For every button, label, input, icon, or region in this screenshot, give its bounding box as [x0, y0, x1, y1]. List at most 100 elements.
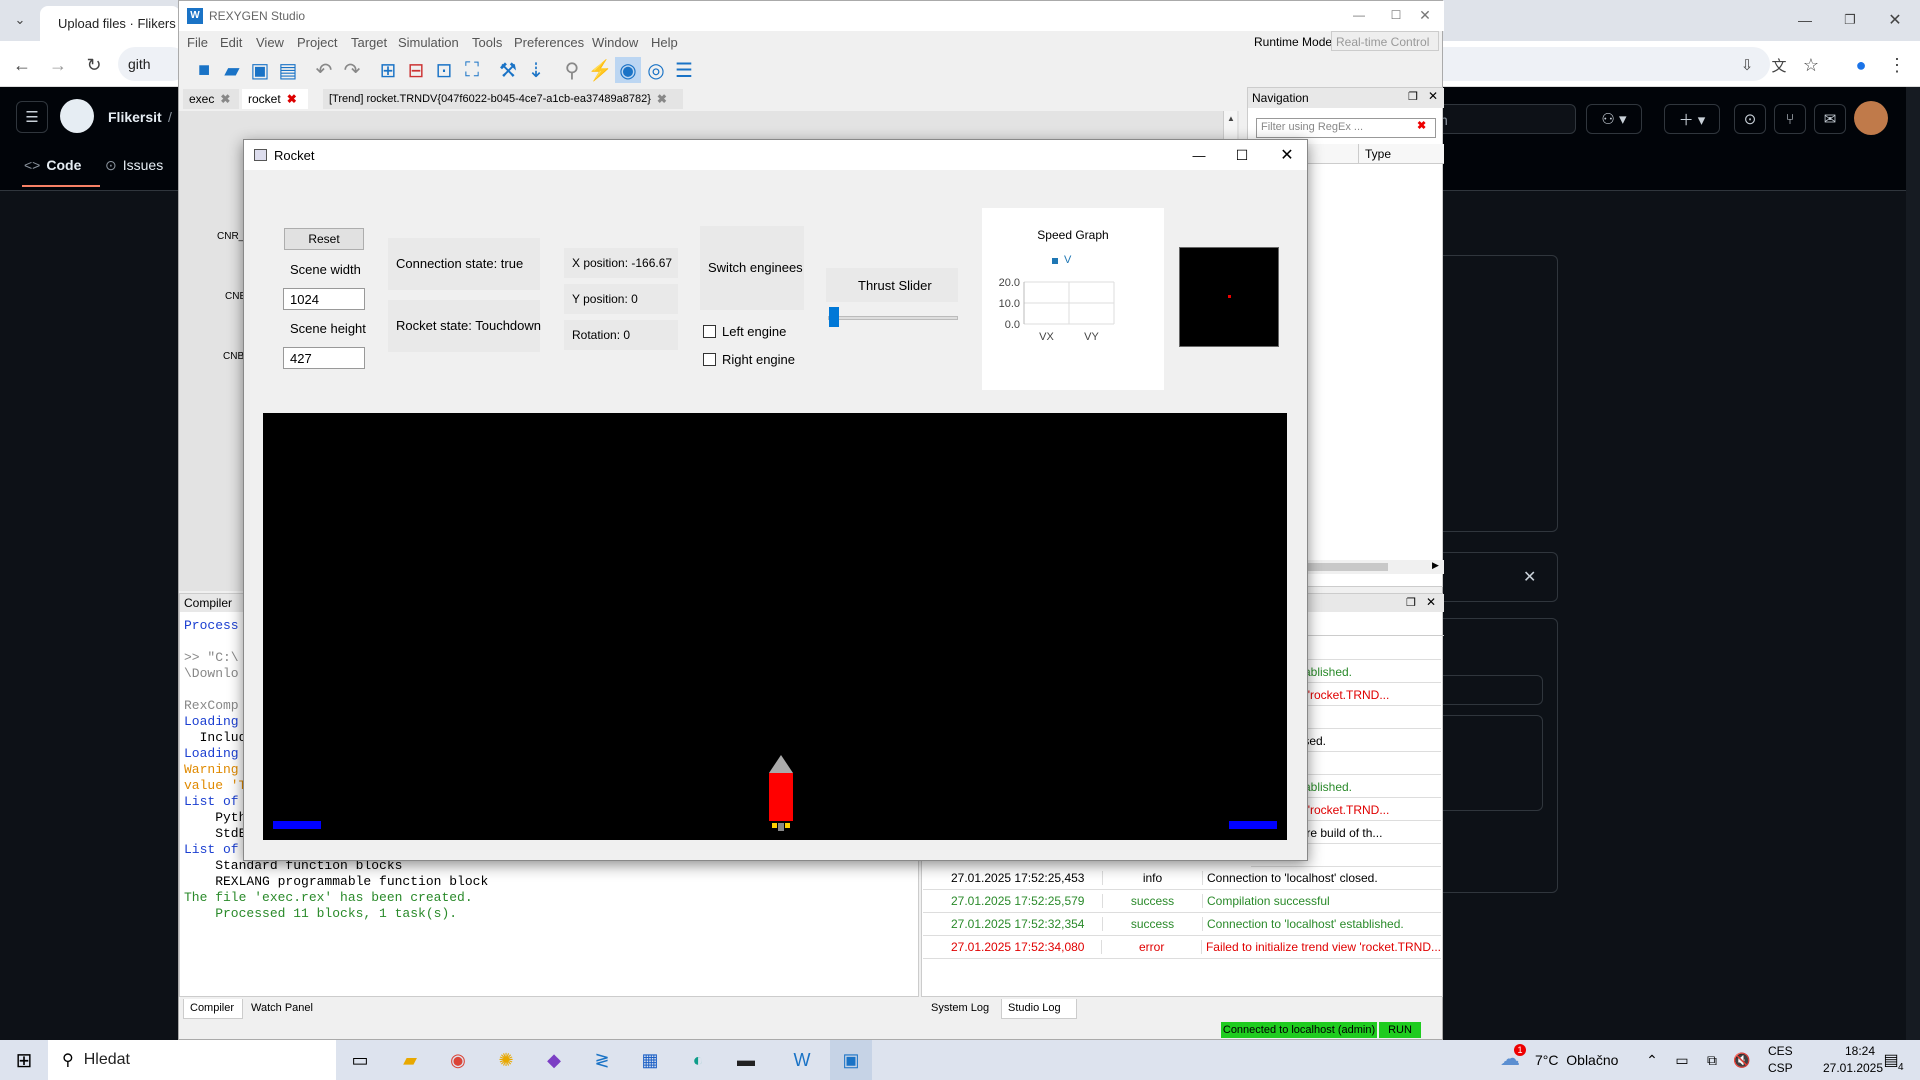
task-view-icon[interactable]: ▭	[342, 1044, 378, 1076]
doc-tab-trend[interactable]: [Trend] rocket.TRNDV{047f6022-b045-4ce7-…	[323, 89, 683, 109]
menu-target[interactable]: Target	[351, 35, 387, 50]
scroll-right-icon[interactable]: ▶	[1432, 560, 1439, 571]
create-new-icon[interactable]: ＋ ▾	[1664, 104, 1720, 134]
active-app-highlight[interactable]: ▣	[830, 1040, 872, 1080]
scroll-up-icon[interactable]: ▲	[1224, 111, 1238, 125]
close-panel-icon[interactable]: ✕	[1426, 595, 1436, 609]
scene-width-input[interactable]: 1024	[283, 288, 365, 310]
show-hidden-icons-icon[interactable]: ⌃	[1640, 1048, 1664, 1072]
file-explorer-icon[interactable]: ▰	[392, 1044, 428, 1076]
float-panel-icon[interactable]: ❐	[1406, 596, 1416, 609]
browser-minimize-icon[interactable]: —	[1790, 8, 1820, 32]
weather-text[interactable]: 7°C Oblačno	[1535, 1052, 1618, 1068]
open-folder-icon[interactable]: ▰	[219, 57, 245, 83]
tab-search-icon[interactable]: ⌄	[8, 8, 32, 32]
address-bar-tail[interactable]	[1440, 47, 1770, 81]
watch-icon[interactable]: ◉	[615, 57, 641, 83]
edge-icon[interactable]: ◐	[680, 1044, 716, 1076]
zoom-out-icon[interactable]: ⊟	[403, 57, 429, 83]
log-row[interactable]: 27.01.2025 17:52:32,354 success Connecti…	[923, 913, 1441, 936]
close-tab-icon[interactable]: ✖	[287, 92, 297, 106]
zoom-in-icon[interactable]: ⊞	[375, 57, 401, 83]
vscode-icon[interactable]: ≷	[584, 1044, 620, 1076]
chrome-icon[interactable]: ◉	[440, 1044, 476, 1076]
close-panel-icon[interactable]: ✕	[1428, 89, 1438, 103]
rexygen-taskbar-icon[interactable]: W	[784, 1044, 820, 1076]
taskbar-search[interactable]: ⚲ Hledat	[48, 1040, 336, 1080]
doc-tab-rocket[interactable]: rocket ✖	[242, 89, 308, 109]
gh-dialog-close-icon[interactable]: ✕	[1523, 567, 1536, 587]
rocket-minimize-icon[interactable]: —	[1184, 144, 1214, 166]
target-diagnostics-icon[interactable]: ◎	[643, 57, 669, 83]
page-scrollbar[interactable]	[1906, 87, 1920, 1040]
studio-close-icon[interactable]: ✕	[1405, 5, 1445, 25]
menu-simulation[interactable]: Simulation	[398, 35, 459, 50]
back-icon[interactable]: ←	[8, 51, 36, 79]
menu-view[interactable]: View	[256, 35, 284, 50]
gh-search-input[interactable]: ch	[1430, 104, 1576, 134]
undo-icon[interactable]: ↶	[311, 57, 337, 83]
reload-icon[interactable]: ↻	[80, 51, 108, 79]
app-icon[interactable]: ✺	[488, 1044, 524, 1076]
hamburger-menu-icon[interactable]: ☰	[16, 101, 48, 133]
profile-icon[interactable]: ●	[1847, 51, 1875, 79]
install-app-icon[interactable]: ⇩	[1733, 51, 1761, 79]
volume-muted-icon[interactable]: 🔇	[1730, 1048, 1754, 1072]
terminal-icon[interactable]: ▬	[728, 1044, 764, 1076]
github-username[interactable]: Flikersit	[108, 109, 162, 125]
menu-file[interactable]: File	[187, 35, 208, 50]
save-all-icon[interactable]: ▤	[275, 57, 301, 83]
gh-form-input[interactable]	[1443, 675, 1543, 705]
doc-tab-exec[interactable]: exec ✖	[183, 89, 239, 109]
disconnect-icon[interactable]: ⚡	[587, 57, 613, 83]
copilot-icon[interactable]: ⚇ ▾	[1586, 104, 1642, 134]
windows-start-icon[interactable]: ⊞	[8, 1046, 40, 1074]
studio-minimize-icon[interactable]: —	[1349, 5, 1369, 25]
bottom-tab-system-log[interactable]: System Log	[925, 999, 999, 1019]
avatar[interactable]	[1854, 101, 1888, 135]
right-engine-checkbox[interactable]	[703, 353, 716, 366]
close-tab-icon[interactable]: ✖	[220, 92, 230, 106]
log-row[interactable]: 27.01.2025 17:52:34,080 error Failed to …	[923, 936, 1441, 959]
github-logo-icon[interactable]	[60, 99, 94, 133]
lang-bottom[interactable]: CSP	[1768, 1061, 1793, 1075]
gh-form-textarea[interactable]	[1443, 715, 1543, 811]
zoom-full-icon[interactable]: ⛶	[459, 57, 485, 83]
menu-window[interactable]: Window	[592, 35, 638, 50]
browser-tab[interactable]: Upload files · Flikers	[40, 6, 180, 41]
thrust-slider-thumb[interactable]	[829, 307, 839, 327]
log-row[interactable]: 27.01.2025 17:52:25,453 info Connection …	[923, 867, 1441, 890]
tab-code[interactable]: <> Code	[24, 157, 81, 173]
network-icon[interactable]: ▭	[1670, 1048, 1694, 1072]
rocket-close-icon[interactable]: ✕	[1272, 144, 1302, 166]
scene-height-input[interactable]: 427	[283, 347, 365, 369]
runtime-mode-select[interactable]: Real-time Control	[1331, 31, 1439, 51]
close-tab-icon[interactable]: ✖	[657, 92, 667, 106]
navigation-filter-input[interactable]: Filter using RegEx ... ✖	[1256, 118, 1436, 138]
pull-requests-icon[interactable]: ⑂	[1774, 104, 1806, 134]
display-icon[interactable]: ⧉	[1700, 1048, 1724, 1072]
menu-preferences[interactable]: Preferences	[514, 35, 584, 50]
browser-close-icon[interactable]: ✕	[1880, 8, 1910, 32]
inbox-icon[interactable]: ✉	[1814, 104, 1846, 134]
new-project-icon[interactable]: ■	[191, 57, 217, 83]
connect-icon[interactable]: ⚲	[559, 57, 585, 83]
menu-project[interactable]: Project	[297, 35, 337, 50]
browser-restore-icon[interactable]: ❐	[1835, 8, 1865, 32]
compile-icon[interactable]: ⚒	[495, 57, 521, 83]
bottom-tab-watch-panel[interactable]: Watch Panel	[245, 999, 319, 1019]
gh-issues-icon[interactable]: ⊙	[1734, 104, 1766, 134]
forward-icon[interactable]: →	[44, 51, 72, 79]
lang-top[interactable]: CES	[1768, 1044, 1793, 1058]
save-icon[interactable]: ▣	[247, 57, 273, 83]
bottom-tab-compiler[interactable]: Compiler	[183, 999, 243, 1019]
col-type[interactable]: Type	[1358, 144, 1444, 164]
menu-tools[interactable]: Tools	[472, 35, 502, 50]
bottom-tab-studio-log[interactable]: Studio Log	[1001, 999, 1077, 1019]
bookmark-star-icon[interactable]: ☆	[1797, 51, 1825, 79]
log-row[interactable]: 27.01.2025 17:52:25,579 success Compilat…	[923, 890, 1441, 913]
zoom-fit-icon[interactable]: ⊡	[431, 57, 457, 83]
left-engine-checkbox[interactable]	[703, 325, 716, 338]
visual-studio-icon[interactable]: ◆	[536, 1044, 572, 1076]
menu-edit[interactable]: Edit	[220, 35, 242, 50]
